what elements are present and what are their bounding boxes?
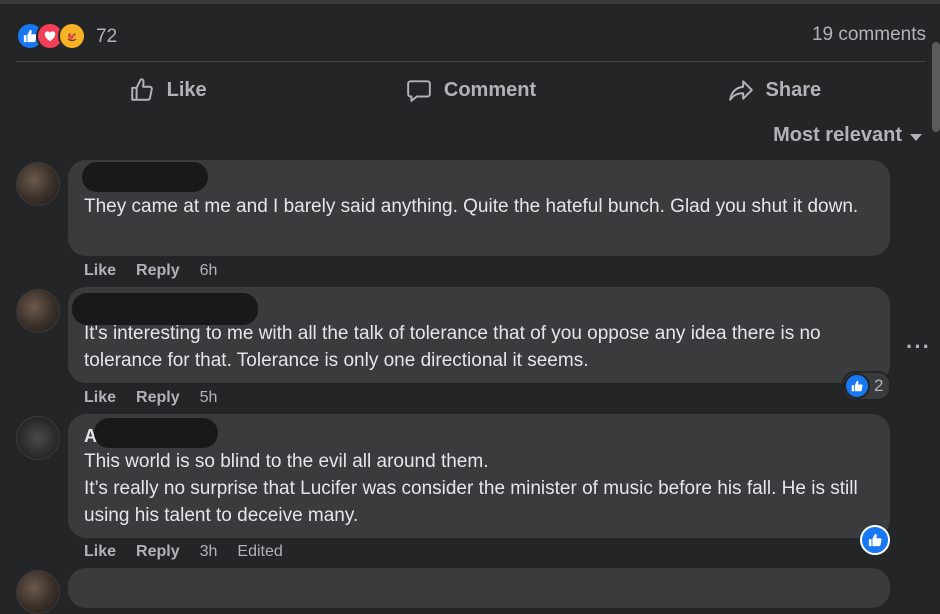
- comment-reply-link[interactable]: Reply: [136, 389, 180, 407]
- share-icon: [728, 80, 753, 101]
- comment-line: This world is so blind to the evil all a…: [84, 451, 489, 472]
- reaction-summary: 72 19 comments: [16, 20, 926, 50]
- top-edge: [0, 0, 940, 4]
- sort-label: Most relevant: [773, 124, 902, 146]
- comment-bubble: A This world is so blind to the evil all…: [68, 414, 890, 538]
- comment-time[interactable]: 5h: [200, 389, 218, 407]
- share-button[interactable]: Share: [623, 70, 926, 110]
- comment-edited-label[interactable]: Edited: [237, 543, 282, 561]
- thumbs-up-icon: [130, 78, 153, 101]
- author-name-redacted[interactable]: [94, 418, 218, 448]
- comment-meta: Like Reply 3h Edited: [84, 543, 283, 561]
- comment-text: This world is so blind to the evil all a…: [84, 448, 880, 529]
- divider: [16, 61, 926, 62]
- comment-meta: Like Reply 5h: [84, 389, 217, 407]
- avatar[interactable]: [16, 570, 60, 614]
- avatar[interactable]: [16, 162, 60, 206]
- comments-count[interactable]: 19 comments: [812, 24, 926, 46]
- comment-bubble: It's interesting to me with all the talk…: [68, 287, 890, 383]
- like-reaction-icon: [844, 373, 870, 399]
- post-actions: Like Comment Share: [16, 70, 926, 110]
- comment-like-link[interactable]: Like: [84, 389, 116, 407]
- comment-time[interactable]: 3h: [200, 543, 218, 561]
- comment-text: They came at me and I barely said anythi…: [84, 196, 859, 217]
- comment-line: It’s really no surprise that Lucifer was…: [84, 478, 858, 526]
- comment-reaction-count[interactable]: 2: [842, 371, 892, 401]
- like-reaction-icon[interactable]: [860, 525, 890, 555]
- comment-meta: Like Reply 6h: [84, 262, 217, 280]
- comment-button-label: Comment: [443, 78, 537, 101]
- reaction-count: 72: [96, 26, 118, 47]
- comment-icon: [407, 80, 431, 102]
- comment-like-link[interactable]: Like: [84, 262, 116, 280]
- scrollbar[interactable]: [932, 42, 940, 132]
- author-name-redacted[interactable]: [82, 162, 208, 192]
- comment-like-link[interactable]: Like: [84, 543, 116, 561]
- sort-dropdown[interactable]: Most relevant: [773, 124, 922, 147]
- care-reaction-icon: [58, 22, 86, 50]
- share-button-label: Share: [765, 78, 822, 101]
- more-options-icon[interactable]: ···: [906, 334, 931, 360]
- comment-reply-link[interactable]: Reply: [136, 543, 180, 561]
- comment-reaction-number: 2: [874, 376, 884, 395]
- comment-time[interactable]: 6h: [200, 262, 218, 280]
- comment-text: It's interesting to me with all the talk…: [84, 323, 821, 371]
- avatar[interactable]: [16, 416, 60, 460]
- comment-button[interactable]: Comment: [319, 70, 622, 110]
- avatar[interactable]: [16, 289, 60, 333]
- chevron-down-icon: [910, 134, 922, 141]
- comment-bubble: [68, 568, 890, 608]
- like-button[interactable]: Like: [16, 70, 319, 110]
- comment-bubble: They came at me and I barely said anythi…: [68, 160, 890, 256]
- comment-reply-link[interactable]: Reply: [136, 262, 180, 280]
- like-button-label: Like: [166, 78, 207, 101]
